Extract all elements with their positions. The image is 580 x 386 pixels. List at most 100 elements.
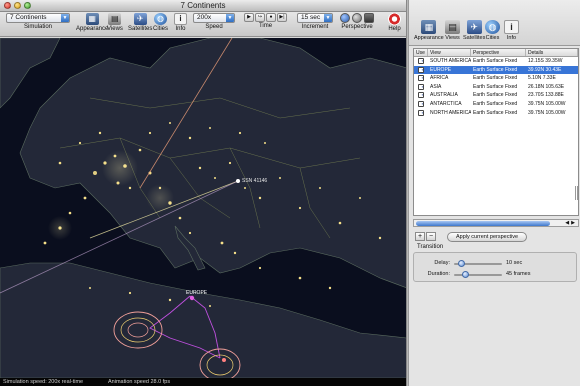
satellite-label-2: EUROPE: [186, 290, 208, 296]
map-canvas: SSN 41146 EUROPE: [0, 38, 406, 378]
appearance-icon: ▦: [421, 20, 437, 34]
info-button[interactable]: i Info: [174, 13, 187, 32]
perspective-cell: Earth Surface Fixed: [473, 58, 518, 64]
add-view-button[interactable]: +: [415, 232, 425, 241]
remove-view-button[interactable]: −: [426, 232, 436, 241]
camera-icon[interactable]: [364, 13, 374, 23]
use-checkbox[interactable]: ✓: [418, 92, 424, 99]
perspective-controls: [340, 13, 374, 23]
time-controls: ▶ ↪ ● ▶|: [244, 13, 287, 22]
delay-slider-knob[interactable]: [458, 260, 466, 267]
view-cell: SOUTH AMERICA: [430, 58, 471, 64]
use-checkbox[interactable]: ✓: [418, 75, 424, 82]
scroll-arrows-icon[interactable]: ◀▶: [565, 220, 577, 226]
skip-forward-icon[interactable]: ▶|: [277, 13, 287, 22]
satellites-button[interactable]: ✈ Satellites: [128, 13, 152, 32]
perspective-cell: Earth Surface Fixed: [473, 75, 518, 82]
chevron-down-icon: ▼: [226, 14, 234, 22]
target-icon[interactable]: [352, 13, 362, 23]
simulation-label: Simulation: [23, 24, 52, 30]
apply-perspective-button[interactable]: Apply current perspective: [447, 232, 527, 242]
simulation-group: 7 Continents ▼ Simulation: [6, 13, 70, 30]
status-bar: Simulation speed: 200x real-time Animati…: [0, 378, 406, 386]
table-row[interactable]: ✓ ANTARCTICA Earth Surface Fixed 39.75N 105…: [414, 100, 578, 109]
duration-slider[interactable]: [454, 271, 502, 278]
use-cell: ✓: [414, 74, 428, 83]
time-label: Time: [258, 23, 273, 29]
details-cell: 39.75N 105.00W: [528, 109, 566, 116]
column-header-view[interactable]: View: [428, 49, 471, 56]
perspective-cell: Earth Surface Fixed: [473, 66, 518, 73]
table-row[interactable]: ✓ AFRICA Earth Surface Fixed 5.10N 7.33E: [414, 74, 578, 83]
transition-group: Transition Delay: 10 sec Duration: 45 fr…: [413, 244, 577, 282]
satellite-icon: ✈: [466, 20, 482, 34]
column-header-perspective[interactable]: Perspective: [471, 49, 526, 56]
use-checkbox[interactable]: ✓: [418, 109, 424, 116]
table-body: ✓SOUTH AMERICAEarth Surface Fixed12.15S …: [414, 57, 578, 117]
use-checkbox[interactable]: ✓: [418, 100, 424, 107]
delay-slider[interactable]: [454, 260, 502, 267]
main-window: 7 Continents 7 Continents ▼ Simulation ▦…: [0, 0, 407, 386]
earth-map-view[interactable]: SSN 41146 EUROPE: [0, 38, 406, 378]
panel-info-button[interactable]: i Info: [504, 20, 519, 41]
panel-cities-button[interactable]: ◍ Cities: [485, 20, 500, 41]
earth-view-icon[interactable]: [340, 13, 350, 23]
simulation-speed-status: Simulation speed: 200x real-time: [3, 379, 84, 385]
details-cell: 5.10N 7.33E: [528, 75, 556, 82]
table-row[interactable]: ✓ ASIA Earth Surface Fixed 26.18N 105.63E: [414, 83, 578, 92]
views-button[interactable]: ▤ Views: [107, 13, 123, 32]
simulation-select[interactable]: 7 Continents ▼: [6, 13, 70, 23]
table-row[interactable]: ✓ SOUTH AMERICAEarth Surface Fixed 12.15S …: [414, 57, 578, 66]
record-icon[interactable]: ●: [266, 13, 276, 22]
panel-views-button[interactable]: ▤ Views: [445, 20, 460, 41]
panel-appearance-button[interactable]: ▦ Appearance: [414, 20, 444, 41]
delay-label: Delay:: [434, 260, 450, 266]
scrollbar-thumb[interactable]: [416, 221, 550, 226]
increment-label: Increment: [301, 24, 329, 30]
details-cell: 12.15S 39.35W: [528, 58, 563, 64]
table-row[interactable]: ✓ EUROPE Earth Surface Fixed 39.92N 30.43E: [414, 65, 578, 75]
panel-satellites-button[interactable]: ✈ Satellites: [463, 20, 485, 41]
table-row[interactable]: ✓ AUSTRALIA Earth Surface Fixed 23.70S 133.…: [414, 91, 578, 100]
play-icon[interactable]: ▶: [244, 13, 254, 22]
info-icon: i: [174, 13, 187, 25]
views-label: Views: [107, 26, 123, 32]
horizontal-scrollbar[interactable]: ◀▶: [413, 219, 579, 227]
cities-button[interactable]: ◍ Cities: [153, 13, 168, 32]
chevron-down-icon: ▼: [61, 14, 69, 22]
appearance-button[interactable]: ▦ Appearance: [76, 13, 108, 32]
increment-group: 15 sec ▼ Increment: [297, 13, 333, 30]
animation-speed-status: Animation speed 28.0 fps: [108, 379, 171, 385]
perspective-cell: Earth Surface Fixed: [473, 109, 518, 116]
use-checkbox[interactable]: ✓: [418, 83, 424, 90]
delay-value: 10 sec: [506, 260, 523, 266]
duration-slider-knob[interactable]: [462, 271, 470, 278]
cities-label: Cities: [153, 26, 169, 32]
panel-views-label: Views: [445, 35, 460, 41]
satellite-icon: ✈: [133, 13, 147, 25]
use-checkbox[interactable]: ✓: [418, 58, 424, 64]
panel-toolbar: ▦ Appearance ▤ Views ✈ Satellites ◍ Citi…: [409, 0, 580, 46]
perspective-label: Perspective: [341, 24, 373, 30]
view-cell: ASIA: [430, 83, 442, 90]
resize-grip[interactable]: [575, 186, 578, 200]
table-row[interactable]: ✓ NORTH AMERICAEarth Surface Fixed 39.75N …: [414, 109, 578, 118]
use-cell: ✓: [414, 57, 428, 66]
info-icon: i: [504, 20, 519, 34]
view-cell: ANTARCTICA: [430, 100, 462, 107]
step-icon[interactable]: ↪: [255, 13, 265, 22]
chevron-down-icon: ▼: [324, 14, 332, 22]
panel-cities-label: Cities: [485, 35, 500, 41]
help-label: Help: [388, 26, 401, 32]
help-button[interactable]: Help: [388, 13, 401, 32]
globe-icon: ◍: [485, 20, 500, 34]
appearance-label: Appearance: [76, 26, 109, 32]
perspective-cell: Earth Surface Fixed: [473, 100, 518, 107]
satellites-label: Satellites: [128, 26, 153, 32]
column-header-details[interactable]: Details: [526, 49, 578, 56]
speed-select[interactable]: 200x ▼: [193, 13, 235, 23]
use-checkbox[interactable]: ✓: [418, 66, 424, 73]
details-cell: 39.92N 30.43E: [528, 66, 562, 73]
increment-select[interactable]: 15 sec ▼: [297, 13, 333, 23]
column-header-use[interactable]: Use: [414, 49, 428, 56]
